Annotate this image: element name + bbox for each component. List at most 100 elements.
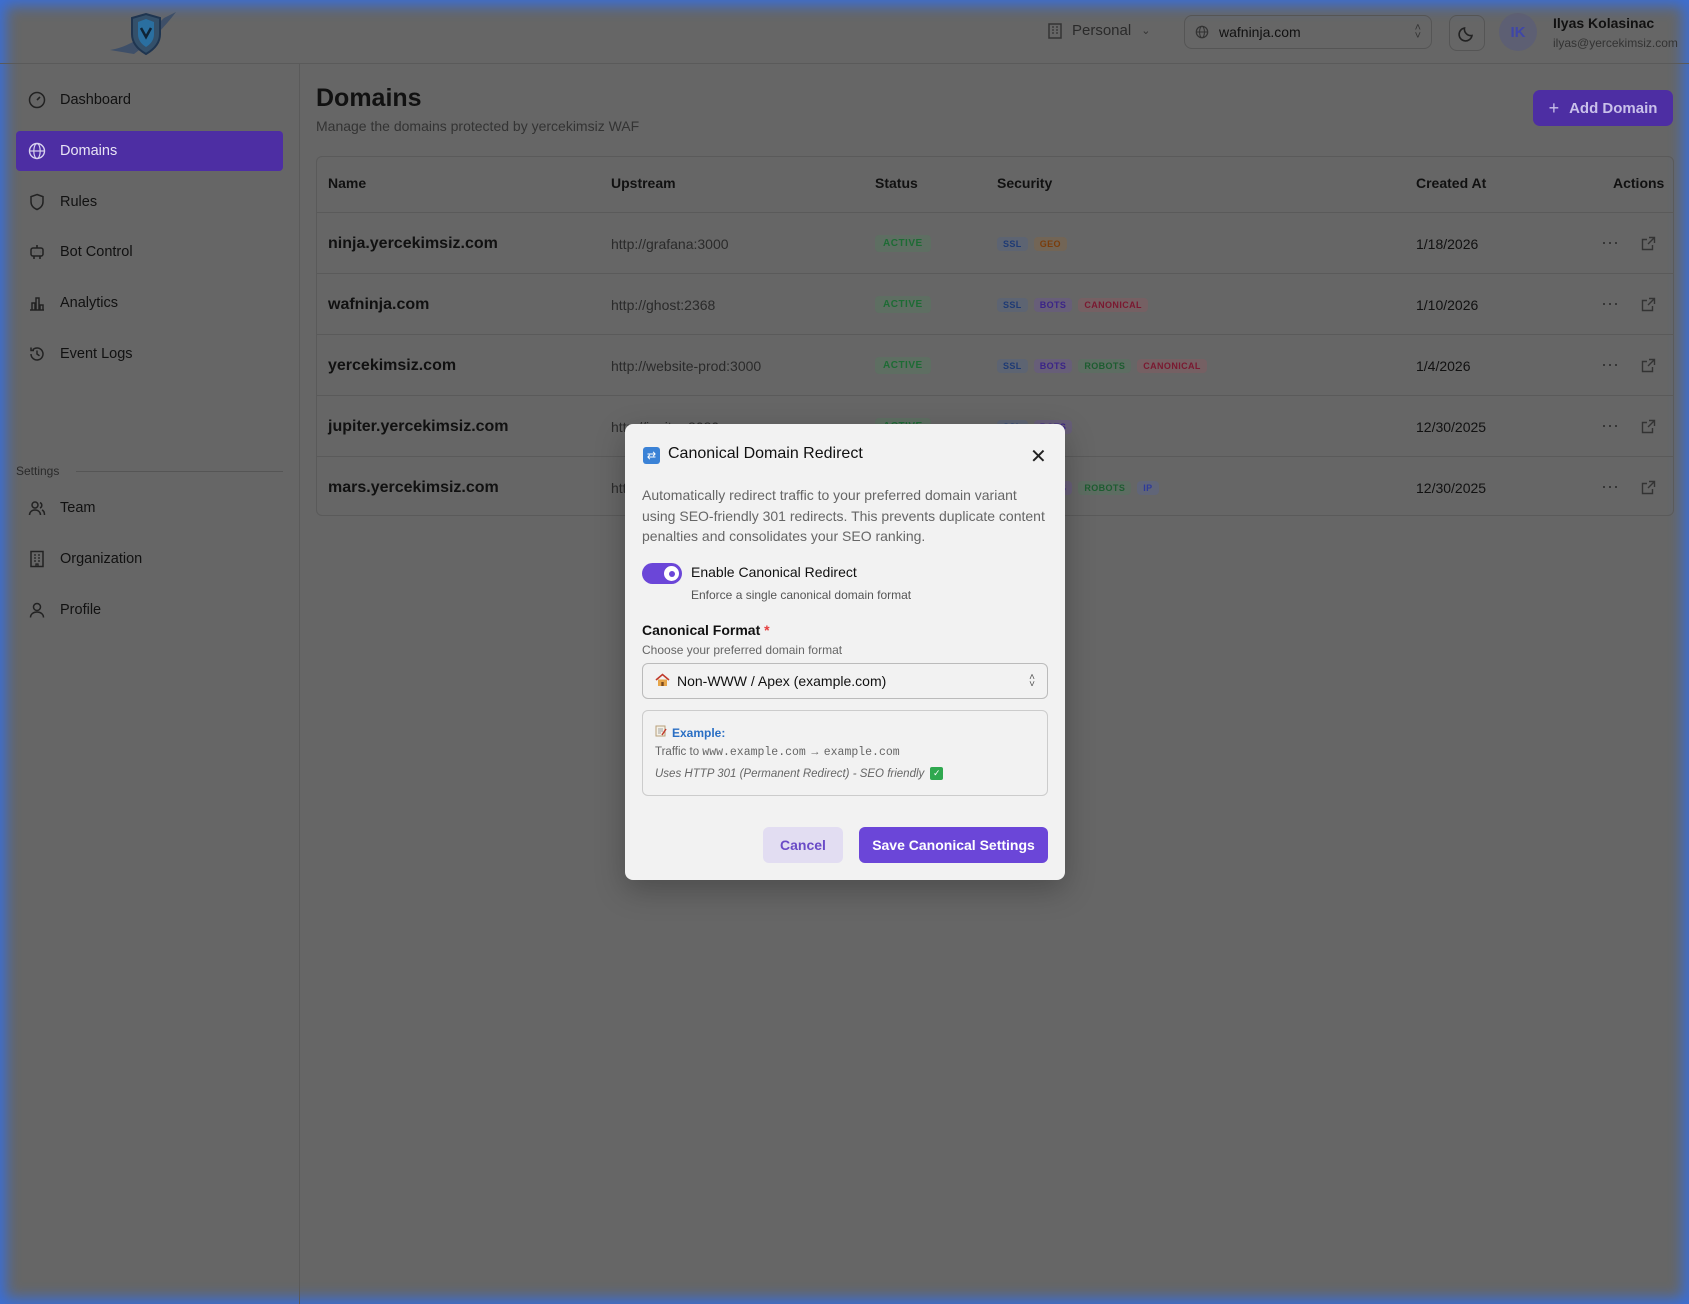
format-select-value: Non-WWW / Apex (example.com) (677, 673, 887, 689)
example-box: Example: Traffic to www.example.com → ex… (642, 710, 1048, 796)
external-link-icon[interactable] (1641, 236, 1656, 251)
security-badges: SSL GEO (997, 213, 1067, 274)
close-icon[interactable]: ✕ (1030, 444, 1047, 469)
sidebar-item-label: Dashboard (60, 92, 131, 108)
user-name: Ilyas Kolasinac (1553, 15, 1655, 31)
security-badges: SSL BOTS ROBOTS CANONICAL (997, 335, 1207, 396)
chevrons-up-down-icon: ˄ ˅ (1414, 22, 1421, 42)
more-horizontal-icon[interactable]: ⋯ (1601, 233, 1619, 254)
domain-selector-value: wafninja.com (1219, 24, 1301, 40)
security-badge-bots: BOTS (1033, 297, 1073, 312)
example-note: Uses HTTP 301 (Permanent Redirect) - SEO… (655, 767, 944, 780)
toggle-description: Enforce a single canonical domain format (691, 588, 912, 602)
page-title: Domains (316, 84, 422, 112)
add-domain-button[interactable]: + Add Domain (1533, 90, 1673, 126)
more-horizontal-icon[interactable]: ⋯ (1601, 477, 1619, 498)
table-row[interactable]: yercekimsiz.com http://website-prod:3000 A… (317, 334, 1673, 395)
shield-icon (30, 193, 44, 211)
security-badge-robots: ROBOTS (1078, 480, 1132, 495)
sidebar-item-organization[interactable]: Organization (16, 539, 283, 579)
domain-selector[interactable]: wafninja.com ˄ ˅ (1184, 15, 1432, 49)
column-header-actions: Actions (1613, 175, 1665, 191)
sidebar-item-analytics[interactable]: Analytics (16, 283, 283, 323)
external-link-icon[interactable] (1641, 358, 1656, 373)
security-badge-ssl: SSL (997, 297, 1028, 312)
example-note-text: Uses HTTP 301 (Permanent Redirect) - SEO… (655, 767, 925, 780)
toggle-label: Enable Canonical Redirect (691, 564, 857, 580)
user-email: ilyas@yercekimsiz.com (1553, 36, 1678, 50)
more-horizontal-icon[interactable]: ⋯ (1601, 355, 1619, 376)
moon-icon (1458, 27, 1473, 42)
canonical-format-select[interactable]: Non-WWW / Apex (example.com) ˄ ˅ (642, 663, 1048, 699)
chevron-down-icon: ⌄ (1141, 25, 1151, 37)
more-horizontal-icon[interactable]: ⋯ (1601, 294, 1619, 315)
security-badge-ssl: SSL (997, 358, 1028, 373)
row-actions: ⋯ (1601, 396, 1656, 457)
domain-name[interactable]: ninja.yercekimsiz.com (328, 213, 498, 274)
column-header-name[interactable]: Name (328, 175, 366, 191)
sidebar-item-profile[interactable]: Profile (16, 590, 283, 630)
status-cell: ACTIVE (875, 213, 931, 274)
app-frame: Personal ⌄ wafninja.com ˄ ˅ IK Ilyas Kola… (0, 0, 1689, 1304)
cancel-button[interactable]: Cancel (763, 827, 843, 863)
row-actions: ⋯ (1601, 213, 1656, 274)
sidebar-item-label: Event Logs (60, 346, 133, 362)
security-badge-bots: BOTS (1033, 358, 1073, 373)
avatar[interactable]: IK (1499, 13, 1537, 51)
bot-icon (30, 245, 44, 259)
external-link-icon[interactable] (1641, 297, 1656, 312)
created-at: 1/4/2026 (1416, 357, 1471, 374)
logo-icon (110, 12, 176, 56)
security-badge-canonical: CANONICAL (1078, 297, 1148, 312)
security-badge-geo: GEO (1033, 236, 1067, 251)
domain-name[interactable]: jupiter.yercekimsiz.com (328, 396, 509, 457)
history-icon (30, 347, 44, 361)
upstream-url: http://website-prod:3000 (611, 357, 762, 374)
sidebar-item-bot-control[interactable]: Bot Control (16, 232, 283, 272)
gauge-icon (28, 91, 46, 109)
created-at: 12/30/2025 (1416, 479, 1487, 496)
sidebar-item-team[interactable]: Team (16, 488, 283, 528)
sidebar-item-rules[interactable]: Rules (16, 182, 283, 222)
example-title: Example: (655, 725, 725, 740)
column-header-security[interactable]: Security (997, 175, 1052, 191)
shuffle-icon: ⇄ (643, 447, 660, 464)
status-badge: ACTIVE (875, 357, 931, 374)
globe-icon (28, 142, 46, 160)
domain-name[interactable]: yercekimsiz.com (328, 335, 456, 396)
building-icon (30, 550, 44, 568)
settings-section-label: Settings (16, 464, 60, 478)
column-header-created-at[interactable]: Created At (1416, 175, 1486, 191)
column-header-status[interactable]: Status (875, 175, 918, 191)
org-selector-label: Personal (1072, 22, 1132, 39)
created-at: 12/30/2025 (1416, 418, 1487, 435)
divider (76, 471, 283, 472)
check-mark-icon: ✓ (930, 767, 944, 780)
theme-toggle-button[interactable] (1449, 15, 1485, 51)
required-asterisk: * (764, 622, 770, 638)
sidebar-item-label: Organization (60, 551, 143, 567)
org-selector[interactable]: Personal ⌄ (1048, 22, 1150, 39)
canonical-redirect-toggle[interactable] (642, 563, 682, 584)
sidebar-item-dashboard[interactable]: Dashboard (16, 80, 283, 120)
sidebar: Dashboard Domains Rules Bot Control Anal… (0, 64, 300, 1304)
building-icon (1048, 22, 1062, 39)
more-horizontal-icon[interactable]: ⋯ (1601, 416, 1619, 437)
sidebar-item-domains[interactable]: Domains (16, 131, 283, 171)
column-header-upstream[interactable]: Upstream (611, 175, 676, 191)
plus-icon: + (1548, 97, 1560, 118)
domain-name[interactable]: mars.yercekimsiz.com (328, 457, 499, 518)
security-badge-canonical: CANONICAL (1137, 358, 1207, 373)
example-title-text: Example: (672, 725, 726, 740)
save-canonical-settings-button[interactable]: Save Canonical Settings (859, 827, 1048, 863)
external-link-icon[interactable] (1641, 419, 1656, 434)
sidebar-item-label: Bot Control (60, 244, 133, 260)
table-row[interactable]: wafninja.com http://ghost:2368 ACTIVE SSL BO… (317, 273, 1673, 334)
dialog-title: Canonical Domain Redirect (668, 445, 863, 462)
sidebar-item-event-logs[interactable]: Event Logs (16, 334, 283, 374)
external-link-icon[interactable] (1641, 480, 1656, 495)
users-icon (28, 501, 46, 516)
domain-name[interactable]: wafninja.com (328, 274, 429, 335)
table-row[interactable]: ninja.yercekimsiz.com http://grafana:3000… (317, 212, 1673, 273)
upstream-url: http://ghost:2368 (611, 296, 716, 313)
